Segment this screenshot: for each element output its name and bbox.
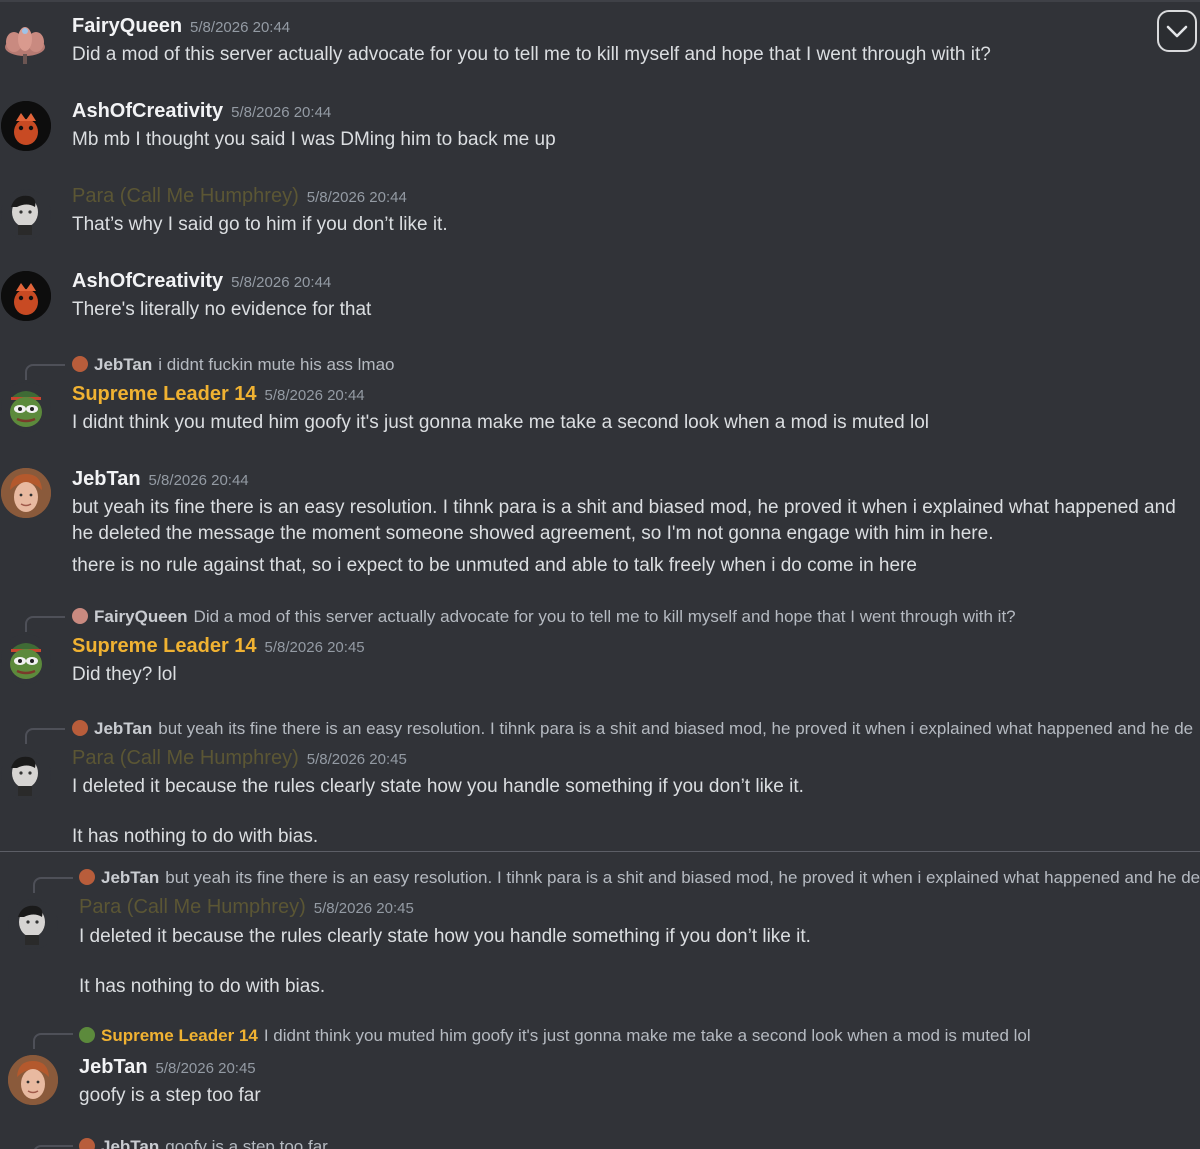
reply-avatar — [72, 356, 88, 372]
message: FairyQueen Did a mod of this server actua… — [0, 600, 1200, 710]
humphrey-avatar[interactable] — [1, 189, 51, 239]
reply-text: i didnt fuckin mute his ass lmao — [158, 355, 395, 374]
username[interactable]: Para (Call Me Humphrey) — [79, 896, 306, 918]
message-content: goofy is a step too far — [79, 1085, 261, 1106]
timestamp: 5/8/2026 20:44 — [190, 19, 291, 36]
message-content: but yeah its fine there is an easy resol… — [72, 497, 1176, 544]
message-content: I deleted it because the rules clearly s… — [72, 776, 804, 797]
username[interactable]: Para (Call Me Humphrey) — [72, 185, 299, 207]
timestamp: 5/8/2026 20:44 — [231, 104, 332, 121]
message: JebTan goofy is a step too far — [0, 1127, 1200, 1149]
reply-spine — [33, 877, 73, 893]
dark-red-avatar[interactable] — [1, 101, 51, 151]
username[interactable]: AshOfCreativity — [72, 270, 223, 292]
message-content: Did they? lol — [72, 664, 177, 685]
username[interactable]: AshOfCreativity — [72, 100, 223, 122]
message: JebTan but yeah its fine there is an easy… — [0, 710, 1200, 850]
reply-username: JebTan — [94, 719, 153, 738]
message-content: It has nothing to do with bias. — [79, 976, 326, 997]
lotus-avatar[interactable] — [0, 17, 50, 67]
username[interactable]: FairyQueen — [72, 15, 182, 37]
reply-username: FairyQueen — [94, 607, 188, 626]
message-content: there is no rule against that, so i expe… — [72, 555, 917, 576]
pepe-avatar[interactable] — [1, 382, 51, 432]
reply-preview[interactable]: FairyQueen Did a mod of this server actua… — [72, 607, 1200, 627]
message-content: It has nothing to do with bias. — [72, 826, 319, 847]
jebtan-avatar[interactable] — [8, 1055, 58, 1105]
timestamp: 5/8/2026 20:44 — [231, 274, 332, 291]
message-content: There's literally no evidence for that — [72, 299, 372, 320]
reply-avatar — [72, 608, 88, 624]
reply-preview[interactable]: JebTan but yeah its fine there is an easy… — [79, 868, 1200, 888]
message: Para (Call Me Humphrey) 5/8/2026 20:44 Th… — [0, 170, 1200, 255]
reply-text: but yeah its fine there is an easy resol… — [165, 868, 1200, 887]
message-content: Mb mb I thought you said I was DMing him… — [72, 129, 556, 150]
jebtan-avatar[interactable] — [1, 468, 51, 518]
message: JebTan but yeah its fine there is an easy… — [0, 852, 1200, 1017]
reply-username: JebTan — [94, 355, 153, 374]
reply-spine — [25, 364, 65, 380]
message: FairyQueen 5/8/2026 20:44 Did a mod of th… — [0, 0, 1200, 85]
reply-preview[interactable]: Supreme Leader 14 I didnt think you muted… — [79, 1026, 1200, 1046]
timestamp: 5/8/2026 20:44 — [264, 387, 365, 404]
reply-spine — [33, 1145, 73, 1149]
message: AshOfCreativity 5/8/2026 20:44 Mb mb I th… — [0, 85, 1200, 170]
humphrey-avatar[interactable] — [1, 750, 51, 800]
reply-username: Supreme Leader 14 — [101, 1026, 258, 1045]
timestamp: 5/8/2026 20:45 — [155, 1060, 256, 1077]
timestamp: 5/8/2026 20:45 — [306, 751, 407, 768]
username[interactable]: Supreme Leader 14 — [72, 635, 257, 657]
dark-red-avatar[interactable] — [1, 271, 51, 321]
reply-text: but yeah its fine there is an easy resol… — [158, 719, 1194, 738]
timestamp: 5/8/2026 20:44 — [148, 472, 249, 489]
username[interactable]: JebTan — [79, 1056, 148, 1078]
reply-username: JebTan — [101, 1137, 160, 1149]
reply-preview[interactable]: JebTan i didnt fuckin mute his ass lmao — [72, 355, 1200, 375]
message-content: Did a mod of this server actually advoca… — [72, 44, 991, 65]
message: AshOfCreativity 5/8/2026 20:44 There's li… — [0, 255, 1200, 340]
reply-preview[interactable]: JebTan but yeah its fine there is an easy… — [72, 719, 1200, 739]
message-content: That’s why I said go to him if you don’t… — [72, 214, 448, 235]
username[interactable]: Supreme Leader 14 — [72, 383, 257, 405]
timestamp: 5/8/2026 20:45 — [313, 900, 414, 917]
reply-text: Did a mod of this server actually advoca… — [193, 607, 1016, 626]
humphrey-avatar[interactable] — [8, 899, 58, 949]
timestamp: 5/8/2026 20:44 — [306, 189, 407, 206]
reply-avatar — [72, 720, 88, 736]
reply-username: JebTan — [101, 868, 160, 887]
reply-spine — [25, 728, 65, 744]
reply-avatar — [79, 1027, 95, 1043]
username[interactable]: JebTan — [72, 468, 141, 490]
pepe-avatar[interactable] — [1, 634, 51, 684]
reply-preview[interactable]: JebTan goofy is a step too far — [79, 1137, 1200, 1149]
reply-avatar — [79, 869, 95, 885]
message: JebTan i didnt fuckin mute his ass lmao S… — [0, 340, 1200, 460]
reply-spine — [33, 1033, 73, 1049]
message: JebTan 5/8/2026 20:44 but yeah its fine t… — [0, 460, 1200, 600]
reply-text: goofy is a step too far — [165, 1137, 328, 1149]
message-content: I didnt think you muted him goofy it's j… — [72, 412, 929, 433]
username[interactable]: Para (Call Me Humphrey) — [72, 747, 299, 769]
message: Supreme Leader 14 I didnt think you muted… — [0, 1017, 1200, 1127]
reply-spine — [25, 616, 65, 632]
message-content: I deleted it because the rules clearly s… — [79, 926, 811, 947]
reply-text: I didnt think you muted him goofy it's j… — [263, 1026, 1031, 1045]
timestamp: 5/8/2026 20:45 — [264, 639, 365, 656]
reply-avatar — [79, 1138, 95, 1149]
